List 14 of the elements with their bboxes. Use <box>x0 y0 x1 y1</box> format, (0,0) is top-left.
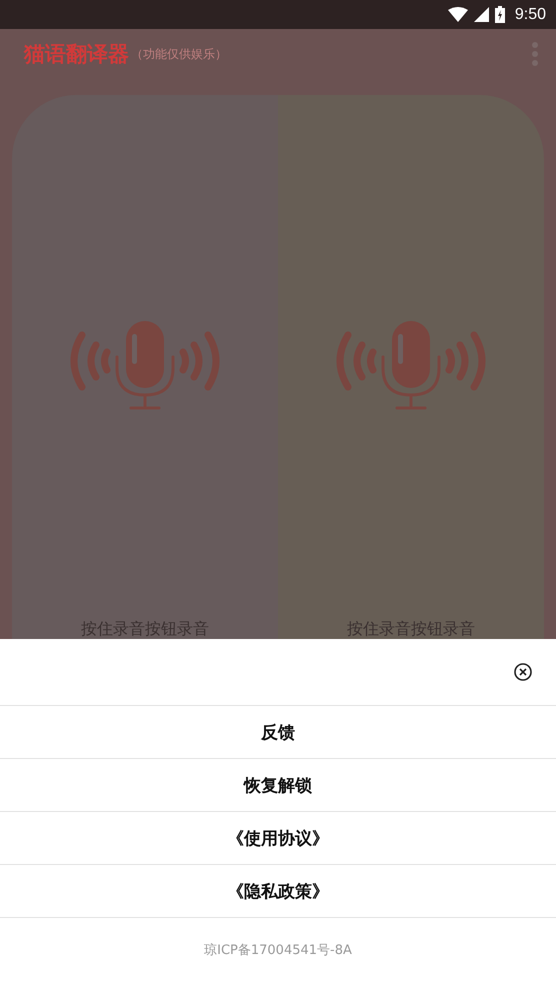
microphone-icon <box>336 321 486 411</box>
menu-item[interactable]: 恢复解锁 <box>244 774 312 796</box>
menu-item[interactable]: 《使用协议》 <box>227 826 329 850</box>
clock-time: 9:50 <box>514 6 546 24</box>
signal-icon <box>474 7 489 22</box>
icp-license-text: 琼ICP备17004541号-8A <box>204 942 352 958</box>
app-title: 猫语翻译器 <box>24 41 129 68</box>
microphone-icon <box>70 321 220 411</box>
app-subtitle: （功能仅供娱乐） <box>131 46 227 62</box>
menu-item[interactable]: 《隐私政策》 <box>227 880 329 902</box>
close-icon[interactable] <box>514 663 532 681</box>
menu-item[interactable]: 反馈 <box>261 720 295 744</box>
wifi-icon <box>448 7 468 22</box>
battery-icon <box>494 6 505 23</box>
